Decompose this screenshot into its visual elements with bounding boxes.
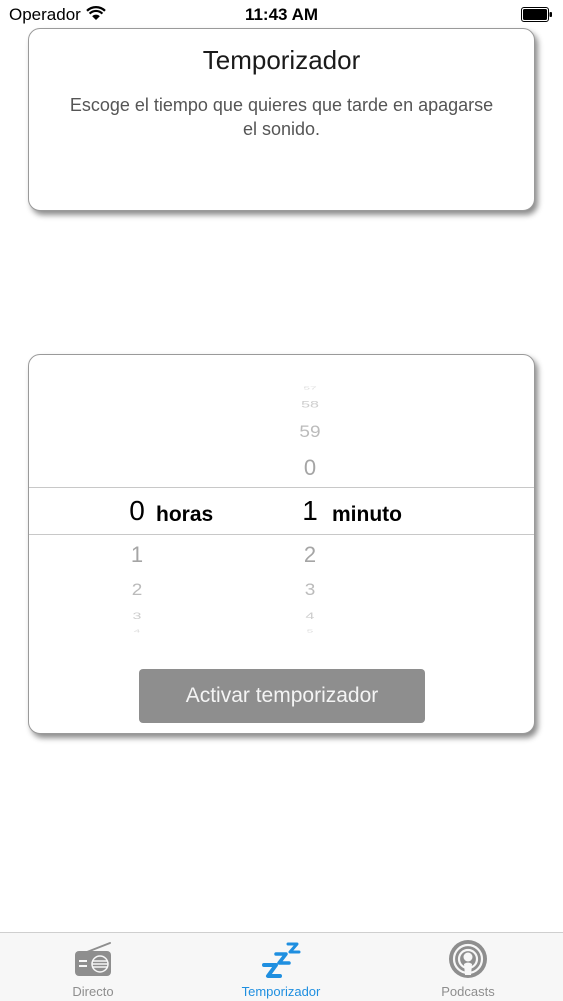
minutes-option[interactable]: 57: [280, 386, 340, 390]
minutes-option[interactable]: 58: [280, 400, 340, 410]
tab-directo[interactable]: Directo: [33, 933, 153, 1001]
hours-unit-label: horas: [156, 503, 214, 526]
podcast-icon: [448, 939, 488, 979]
status-time: 11:43 AM: [244, 5, 319, 24]
activate-timer-button[interactable]: Activar temporizador: [139, 669, 425, 723]
minutes-option[interactable]: 5: [280, 629, 340, 633]
selection-line-bottom: [29, 534, 534, 535]
minutes-unit-label: minuto: [332, 503, 402, 526]
duration-picker[interactable]: 0 1 2 3 4 horas 57 58 59 0 1 2 3 4 5 min…: [29, 355, 534, 645]
tab-temporizador[interactable]: Temporizador: [221, 933, 341, 1001]
card-description: Escoge el tiempo que quieres que tarde e…: [69, 95, 494, 139]
tab-label-podcasts: Podcasts: [441, 984, 495, 999]
timer-info-card: Temporizador Escoge el tiempo que quiere…: [28, 28, 535, 211]
minutes-option[interactable]: 2: [280, 544, 340, 566]
hours-option[interactable]: 3: [107, 612, 167, 622]
tab-label-temporizador: Temporizador: [241, 984, 321, 999]
tab-bar: Directo Temporizador Podcasts: [0, 932, 563, 1001]
sleep-zzz-icon: [261, 939, 301, 979]
minutes-option[interactable]: 0: [280, 457, 340, 479]
battery-icon: [521, 7, 553, 27]
minutes-option[interactable]: 59: [280, 424, 340, 440]
hours-option[interactable]: 4: [107, 629, 167, 633]
timer-picker-card: 0 1 2 3 4 horas 57 58 59 0 1 2 3 4 5 min…: [28, 354, 535, 734]
selection-line-top: [29, 487, 534, 488]
card-title: Temporizador: [202, 45, 361, 75]
minutes-option[interactable]: 3: [280, 582, 340, 598]
hours-option[interactable]: 1: [107, 544, 167, 566]
minutes-option[interactable]: 4: [280, 612, 340, 622]
status-bar: Operador 11:43 AM: [0, 0, 563, 30]
tab-label-directo: Directo: [72, 984, 114, 999]
tab-podcasts[interactable]: Podcasts: [408, 933, 528, 1001]
minutes-selected-value[interactable]: 1: [280, 497, 340, 525]
hours-option[interactable]: 2: [107, 582, 167, 598]
radio-icon: [73, 939, 113, 979]
